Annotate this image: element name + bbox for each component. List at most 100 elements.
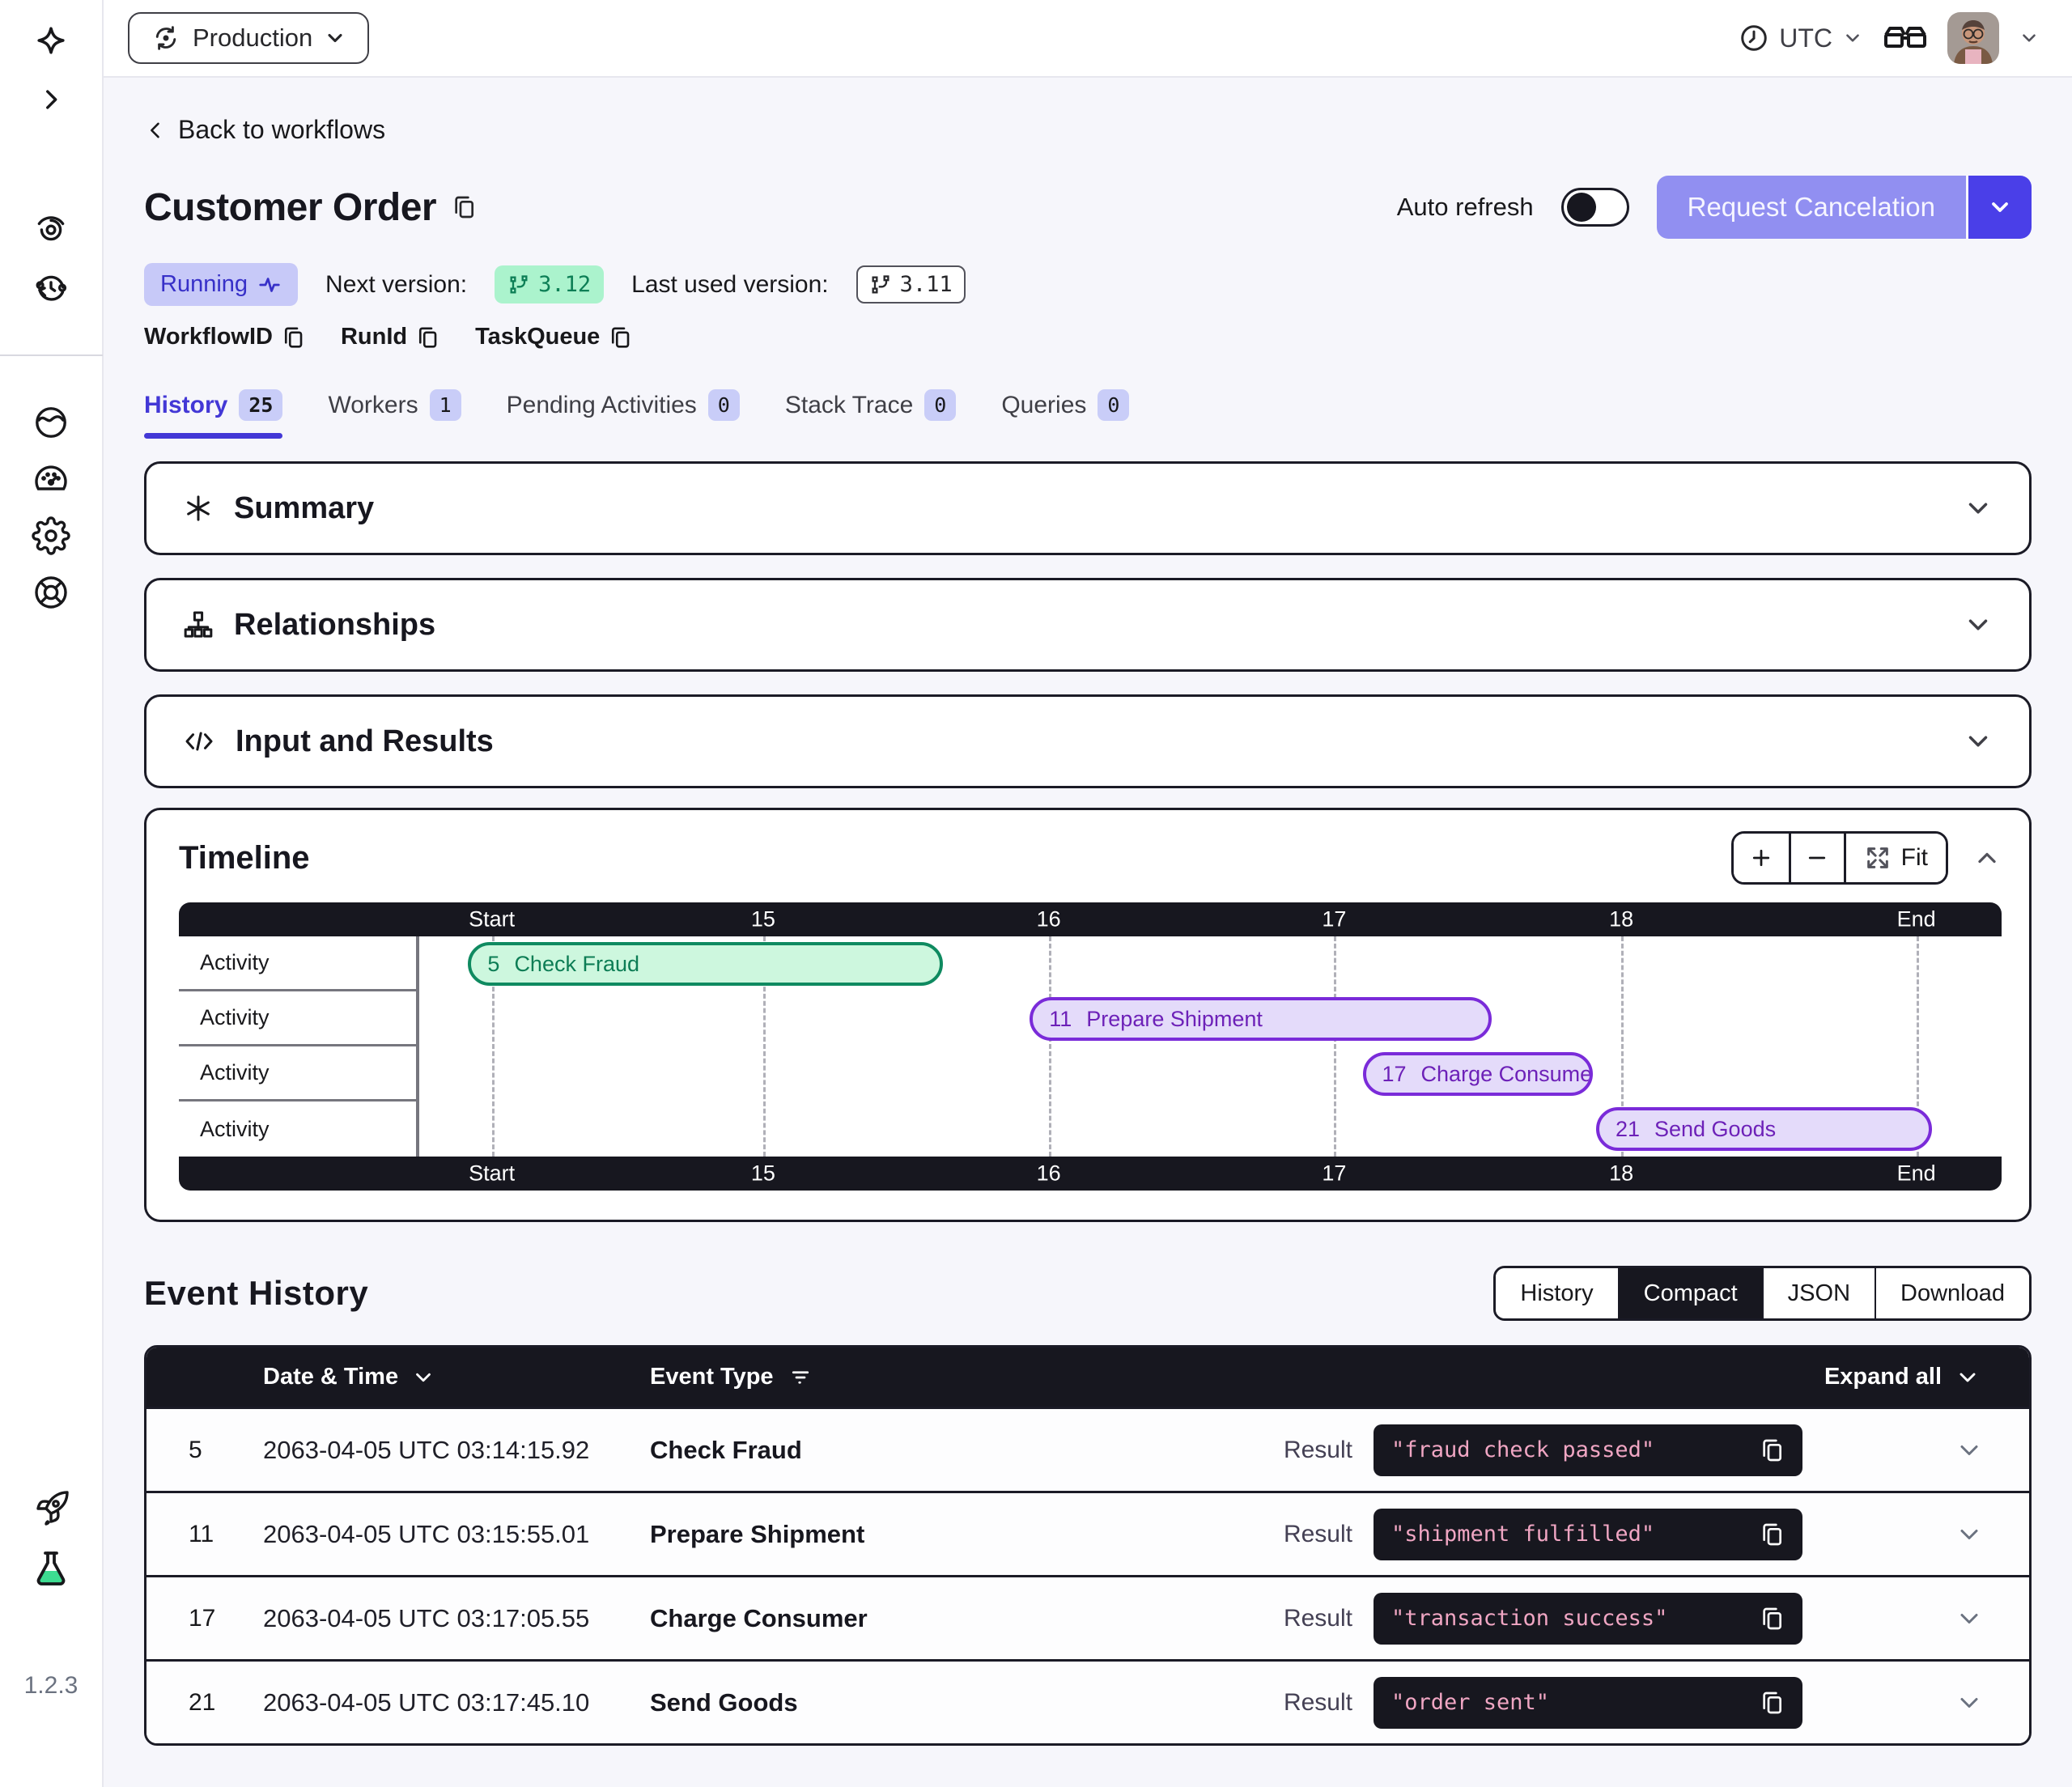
status-label: Running (160, 271, 248, 298)
workflow-id-label: WorkflowID (144, 324, 273, 350)
event-history-table: Date & Time Event Type Expand all 5 2063… (144, 1345, 2032, 1746)
namespace-sync-icon (151, 23, 181, 53)
timeline-row-label: Activity (179, 991, 416, 1046)
main-content: Back to workflows Customer Order Auto re… (104, 78, 2072, 1787)
copy-result-icon[interactable] (1759, 1690, 1785, 1716)
copy-title-icon[interactable] (451, 194, 477, 220)
expand-row-icon[interactable] (1802, 1604, 2029, 1633)
view-json-button[interactable]: JSON (1762, 1268, 1875, 1318)
timeline-bar-prepare-shipment[interactable]: 11 Prepare Shipment (1030, 997, 1492, 1041)
usage-icon[interactable] (32, 460, 70, 499)
view-compact-button[interactable]: Compact (1618, 1268, 1762, 1318)
task-queue-copy[interactable]: TaskQueue (475, 324, 632, 350)
back-to-workflows-link[interactable]: Back to workflows (144, 115, 385, 145)
workflow-id-copy[interactable]: WorkflowID (144, 324, 305, 350)
expand-row-icon[interactable] (1802, 1436, 2029, 1465)
relationships-accordion[interactable]: Relationships (144, 578, 2032, 672)
last-version-badge: 3.11 (856, 265, 966, 303)
result-chip: "transaction success" (1374, 1593, 1802, 1645)
app-version: 1.2.3 (24, 1672, 79, 1700)
support-lifebuoy-icon[interactable] (32, 573, 70, 612)
tab-stack-trace[interactable]: Stack Trace0 (785, 389, 956, 439)
collapse-timeline-icon[interactable] (1972, 843, 2002, 872)
timeline-bar-charge-consumer[interactable]: 17 Charge Consumer (1363, 1052, 1594, 1096)
sidebar-expand-icon[interactable] (37, 86, 65, 113)
asterisk-icon (182, 492, 214, 524)
user-avatar[interactable] (1947, 12, 1999, 64)
cancelation-menu-button[interactable] (1968, 176, 2032, 239)
timeline-chart: Start 15 16 17 18 End Activity Activity … (179, 902, 2002, 1191)
request-cancelation-button[interactable]: Request Cancelation (1657, 176, 1966, 239)
copy-result-icon[interactable] (1759, 1606, 1785, 1632)
copy-result-icon[interactable] (1759, 1522, 1785, 1547)
zoom-out-button[interactable] (1789, 834, 1844, 882)
timeline-card: Timeline Fit (144, 808, 2032, 1222)
bar-event-id: 5 (487, 952, 499, 977)
chevron-down-icon (1842, 28, 1863, 49)
date-time-column-header[interactable]: Date & Time (263, 1364, 650, 1390)
chevron-down-icon[interactable] (1963, 726, 1993, 757)
result-value: "fraud check passed" (1391, 1437, 1759, 1462)
result-label: Result (1284, 1437, 1352, 1464)
workflows-icon[interactable] (32, 209, 70, 248)
timeline-axis-top: Start 15 16 17 18 End (179, 902, 2002, 936)
namespace-selector[interactable]: Production (128, 12, 369, 64)
timezone-selector[interactable]: UTC (1739, 23, 1863, 53)
labs-flask-icon[interactable] (32, 1549, 70, 1588)
chevron-down-icon[interactable] (1963, 609, 1993, 640)
feedback-glasses-icon[interactable] (1883, 22, 1928, 54)
input-results-accordion[interactable]: Input and Results (144, 694, 2032, 788)
run-id-copy[interactable]: RunId (341, 324, 439, 350)
user-menu-chevron-icon[interactable] (2019, 28, 2040, 49)
status-badge: Running (144, 263, 298, 306)
next-version-value: 3.12 (538, 272, 591, 297)
last-version-label: Last used version: (631, 271, 828, 299)
timeline-bar-send-goods[interactable]: 21 Send Goods (1596, 1107, 1932, 1151)
summary-label: Summary (234, 491, 374, 526)
expand-row-icon[interactable] (1802, 1688, 2029, 1717)
expand-all-button[interactable]: Expand all (1824, 1364, 2029, 1390)
result-value: "shipment fulfilled" (1391, 1522, 1759, 1547)
namespaces-icon[interactable] (32, 403, 70, 442)
download-button[interactable]: Download (1875, 1268, 2029, 1318)
event-timestamp: 2063-04-05 UTC 03:17:05.55 (263, 1604, 650, 1633)
chevron-left-icon (144, 119, 167, 142)
input-results-label: Input and Results (236, 724, 494, 759)
tab-queries[interactable]: Queries0 (1001, 389, 1129, 439)
view-history-button[interactable]: History (1496, 1268, 1617, 1318)
summary-accordion[interactable]: Summary (144, 461, 2032, 555)
expand-row-icon[interactable] (1802, 1520, 2029, 1549)
tab-history[interactable]: History25 (144, 389, 282, 439)
timeline-bar-check-fraud[interactable]: 5 Check Fraud (468, 942, 943, 986)
event-row-prepare-shipment[interactable]: 11 2063-04-05 UTC 03:15:55.01 Prepare Sh… (146, 1491, 2029, 1575)
event-id: 5 (189, 1437, 263, 1464)
result-chip: "shipment fulfilled" (1374, 1509, 1802, 1560)
result-label: Result (1284, 1689, 1352, 1717)
next-version-badge: 3.12 (495, 265, 604, 303)
tab-workers[interactable]: Workers1 (328, 389, 461, 439)
whats-new-rocket-icon[interactable] (32, 1489, 70, 1528)
event-type: Send Goods (650, 1688, 1284, 1717)
chevron-down-icon[interactable] (1963, 493, 1993, 524)
event-row-charge-consumer[interactable]: 17 2063-04-05 UTC 03:17:05.55 Charge Con… (146, 1575, 2029, 1659)
event-type: Check Fraud (650, 1436, 1284, 1465)
copy-result-icon[interactable] (1759, 1437, 1785, 1463)
bar-activity-name: Charge Consumer (1421, 1062, 1594, 1087)
namespace-name: Production (193, 23, 312, 53)
settings-gear-icon[interactable] (32, 516, 70, 555)
tab-pending-activities[interactable]: Pending Activities0 (507, 389, 740, 439)
chevron-down-icon (324, 27, 346, 49)
event-row-send-goods[interactable]: 21 2063-04-05 UTC 03:17:45.10 Send Goods… (146, 1659, 2029, 1743)
event-history-view-switcher: History Compact JSON Download (1493, 1266, 2032, 1321)
auto-refresh-toggle[interactable] (1561, 188, 1629, 227)
timeline-title: Timeline (179, 840, 310, 877)
zoom-fit-button[interactable]: Fit (1844, 834, 1946, 882)
zoom-in-button[interactable] (1734, 834, 1789, 882)
filter-icon (788, 1365, 813, 1390)
event-row-check-fraud[interactable]: 5 2063-04-05 UTC 03:14:15.92 Check Fraud… (146, 1407, 2029, 1491)
schedules-icon[interactable] (32, 269, 70, 308)
event-type-column-header[interactable]: Event Type (650, 1364, 1824, 1390)
temporal-logo-icon[interactable] (32, 24, 70, 63)
task-queue-label: TaskQueue (475, 324, 600, 350)
auto-refresh-label: Auto refresh (1397, 193, 1534, 222)
